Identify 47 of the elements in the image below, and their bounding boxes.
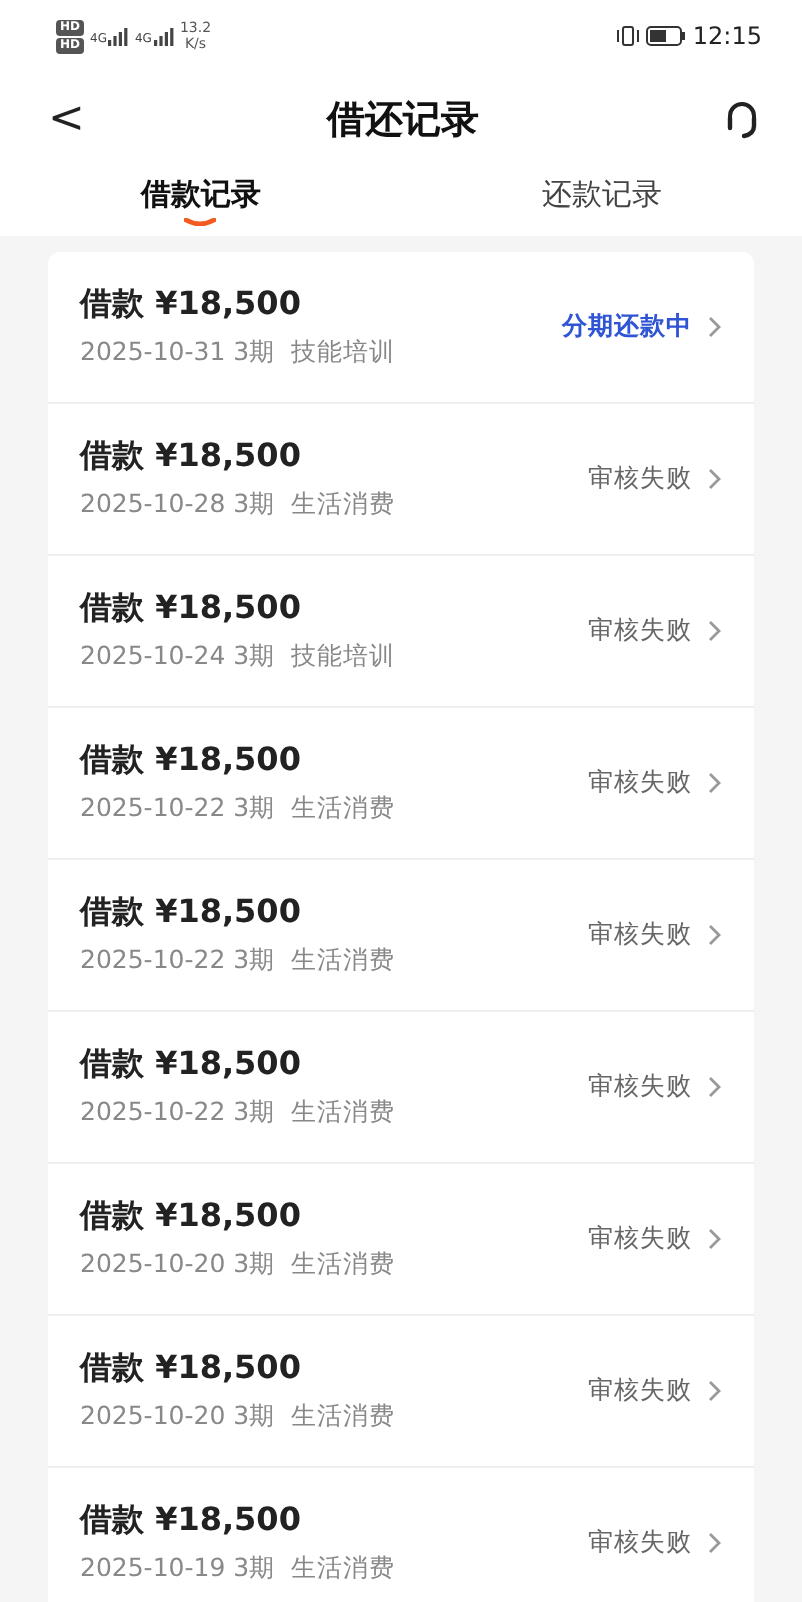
loan-amount: 借款 ¥18,500 — [80, 284, 303, 326]
chevron-right-icon — [708, 468, 722, 490]
battery-icon — [646, 26, 687, 46]
loan-amount: 借款 ¥18,500 — [80, 1500, 303, 1542]
loan-amount: 借款 ¥18,500 — [80, 1044, 303, 1086]
loan-details: 2025-10-24 3期 技能培训 — [80, 640, 398, 674]
chevron-right-icon — [708, 1076, 722, 1098]
loan-amount: 借款 ¥18,500 — [80, 588, 303, 630]
loan-details: 2025-10-28 3期 生活消费 — [80, 488, 398, 522]
chevron-right-icon — [708, 620, 722, 642]
loan-details: 2025-10-19 3期 生活消费 — [80, 1552, 398, 1586]
status-link[interactable]: 审核失败 — [588, 1526, 722, 1560]
page-title: 借还记录 — [327, 96, 480, 146]
loan-details: 2025-10-31 3期 技能培训 — [80, 336, 398, 370]
chevron-right-icon — [708, 1532, 722, 1554]
back-button[interactable]: < — [48, 98, 85, 142]
chevron-right-icon — [708, 316, 722, 338]
chevron-right-icon — [708, 1228, 722, 1250]
headset-icon[interactable] — [722, 98, 762, 142]
status-link[interactable]: 审核失败 — [588, 1070, 722, 1104]
status-link[interactable]: 审核失败 — [588, 918, 722, 952]
status-link[interactable]: 审核失败 — [588, 766, 722, 800]
loan-amount: 借款 ¥18,500 — [80, 892, 303, 934]
loan-amount: 借款 ¥18,500 — [80, 436, 303, 478]
status-link[interactable]: 审核失败 — [588, 462, 722, 496]
loan-amount: 借款 ¥18,500 — [80, 1196, 303, 1238]
tab[interactable]: 借款记录 — [136, 168, 265, 232]
loan-details: 2025-10-20 3期 生活消费 — [80, 1248, 398, 1282]
chevron-right-icon — [708, 924, 722, 946]
clock-time: 12:15 — [692, 22, 762, 50]
status-link[interactable]: 审核失败 — [588, 614, 722, 648]
loan-details: 2025-10-22 3期 生活消费 — [80, 792, 398, 826]
status-link[interactable]: 审核失败 — [588, 1222, 722, 1256]
signal-icon — [153, 27, 174, 45]
loan-details: 2025-10-22 3期 生活消费 — [80, 944, 398, 978]
signal-icon — [108, 27, 129, 45]
tab-indicator — [184, 218, 217, 226]
tab[interactable]: 还款记录 — [537, 168, 666, 232]
vibrate-icon — [616, 26, 641, 46]
status-link[interactable]: 分期还款中 — [562, 310, 722, 344]
chevron-right-icon — [708, 772, 722, 794]
loan-amount: 借款 ¥18,500 — [80, 1348, 303, 1390]
loan-details: 2025-10-22 3期 生活消费 — [80, 1096, 398, 1130]
loan-amount: 借款 ¥18,500 — [80, 740, 303, 782]
status-link[interactable]: 审核失败 — [588, 1374, 722, 1408]
loan-details: 2025-10-20 3期 生活消费 — [80, 1400, 398, 1434]
chevron-right-icon — [708, 1380, 722, 1402]
